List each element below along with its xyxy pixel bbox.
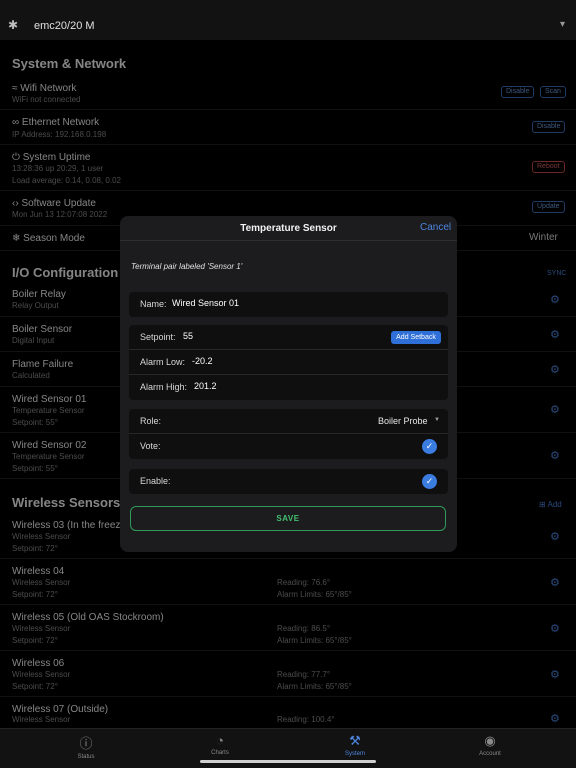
tab-label: Account [479,751,501,757]
add-setback-button[interactable]: Add Setback [391,331,441,344]
tab-system[interactable]: ⚒ System [315,733,395,757]
role-group: Role: Boiler Probe ▼ Vote: ✓ [129,409,448,459]
alarm-low-input[interactable]: -20.2 [192,356,213,366]
top-bar: ✱ emc20/20 M ▾ [0,0,576,40]
alarm-high-label: Alarm High: [140,382,188,392]
tab-account[interactable]: ◉ Account [450,733,530,757]
bluetooth-icon[interactable]: ✱ [8,18,18,32]
tab-status[interactable]: ⓘ Status [46,733,126,760]
sensor-description: Terminal pair labeled 'Sensor 1' [131,262,243,271]
name-input[interactable]: Wired Sensor 01 [172,298,239,308]
pie-chart-icon: ◔ [216,733,224,748]
chevron-down-icon: ▼ [434,417,440,423]
alarm-high-field[interactable]: Alarm High: 201.2 [129,375,448,400]
alert-circle-icon: ⓘ [79,736,93,751]
role-value: Boiler Probe [378,416,428,426]
save-button[interactable]: SAVE [130,506,446,531]
chevron-down-icon[interactable]: ▾ [560,19,565,30]
name-label: Name: [140,299,167,309]
checkmark-icon: ✓ [425,441,434,451]
enable-label: Enable: [140,476,171,486]
vote-field: Vote: ✓ [129,434,448,459]
alarm-high-input[interactable]: 201.2 [194,381,217,391]
enable-checkbox[interactable]: ✓ [422,474,437,489]
setpoint-group: Setpoint: 55 Add Setback Alarm Low: -20.… [129,325,448,400]
setpoint-input[interactable]: 55 [183,331,193,341]
role-label: Role: [140,416,162,426]
temperature-sensor-modal: Temperature Sensor Cancel Terminal pair … [120,216,457,552]
vote-checkbox[interactable]: ✓ [422,439,437,454]
name-group: Name: Wired Sensor 01 [129,292,448,317]
alarm-low-field[interactable]: Alarm Low: -20.2 [129,350,448,375]
device-name[interactable]: emc20/20 M [34,20,95,32]
tab-charts[interactable]: ◔ Charts [180,733,260,756]
tab-label: System [344,751,365,757]
name-field[interactable]: Name: Wired Sensor 01 [129,292,448,317]
vote-label: Vote: [140,441,161,451]
divider [120,240,457,241]
cancel-button[interactable]: Cancel [420,222,451,233]
tab-label: Charts [211,750,229,756]
checkmark-icon: ✓ [425,476,434,486]
home-indicator [200,760,376,763]
setpoint-field[interactable]: Setpoint: 55 Add Setback [129,325,448,350]
alarm-low-label: Alarm Low: [140,357,186,367]
tools-icon: ⚒ [349,733,361,748]
enable-field: Enable: ✓ [129,469,448,494]
account-circle-icon: ◉ [484,733,496,748]
enable-group: Enable: ✓ [129,469,448,494]
modal-title: Temperature Sensor [240,223,337,234]
tab-label: Status [77,754,95,760]
role-select[interactable]: Role: Boiler Probe ▼ [129,409,448,434]
setpoint-label: Setpoint: [140,332,176,342]
